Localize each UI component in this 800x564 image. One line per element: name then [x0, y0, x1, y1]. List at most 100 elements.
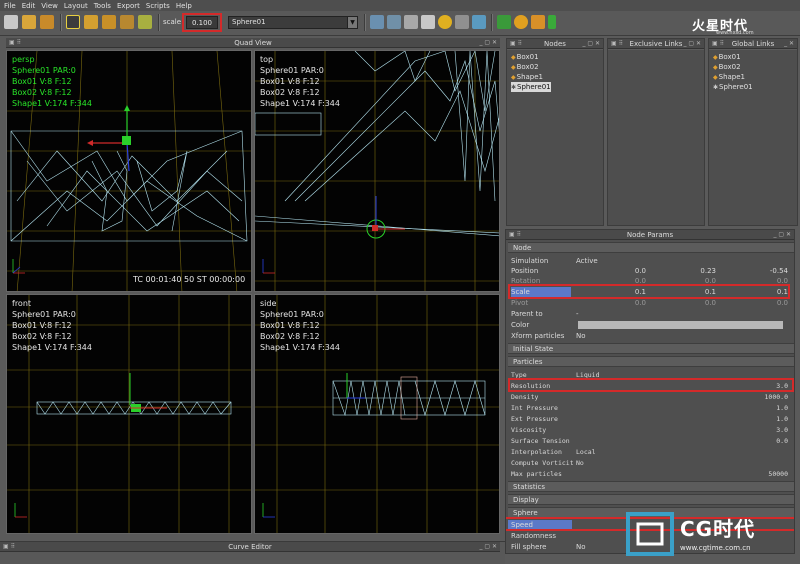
panel-controls-icon[interactable]: _ ▢ ✕: [683, 39, 701, 49]
param-int-pressure[interactable]: Int Pressure 1.0: [508, 403, 794, 413]
param-label: Compute Vorticit: [511, 459, 574, 467]
fluid-icon[interactable]: [387, 15, 401, 29]
link-item-box01[interactable]: ◆Box01: [713, 52, 793, 62]
particle-emitter-icon[interactable]: [370, 15, 384, 29]
rotate-icon[interactable]: [102, 15, 116, 29]
param-compute-vorticity[interactable]: Compute Vorticit No: [508, 458, 794, 468]
menu-file[interactable]: File: [4, 2, 16, 10]
panel-controls-icon[interactable]: _ ▢ ✕: [479, 542, 497, 552]
viewport-persp[interactable]: persp Sphere01 PAR:0 Box01 V:8 F:12 Box0…: [6, 50, 252, 292]
menu-layout[interactable]: Layout: [64, 2, 88, 10]
side-info-line: Shape1 V:174 F:344: [260, 343, 340, 352]
link-item-sphere01[interactable]: ✱Sphere01: [713, 82, 793, 92]
mesh-icon[interactable]: [455, 15, 469, 29]
panel-controls-icon[interactable]: _ ▢ ✕: [773, 230, 791, 240]
param-label: Color: [511, 321, 530, 329]
nodes-title-bar: ▣ ⠿ Nodes _ ▢ ✕: [507, 39, 603, 49]
menu-bar: File Edit View Layout Tools Export Scrip…: [0, 0, 800, 11]
param-position[interactable]: Position 0.0 0.23 -0.54: [508, 266, 794, 276]
panel-menu-icon[interactable]: ▣ ⠿: [510, 39, 522, 49]
menu-scripts[interactable]: Scripts: [146, 2, 170, 10]
param-parent-to[interactable]: Parent to -: [508, 309, 794, 319]
node-item-box02[interactable]: ◆Box02: [511, 62, 599, 72]
menu-export[interactable]: Export: [117, 2, 140, 10]
param-ext-pressure[interactable]: Ext Pressure 1.0: [508, 414, 794, 424]
panel-menu-icon[interactable]: ▣ ⠿: [712, 39, 724, 49]
section-node[interactable]: Node: [508, 242, 794, 253]
menu-help[interactable]: Help: [176, 2, 192, 10]
menu-tools[interactable]: Tools: [94, 2, 111, 10]
param-label: Viscosity: [511, 426, 547, 434]
param-value-y: 0.0: [704, 299, 716, 307]
node-params-title: Node Params: [626, 231, 674, 239]
daemon-icon[interactable]: [497, 15, 511, 29]
param-color[interactable]: Color: [508, 320, 794, 330]
panel-menu-icon[interactable]: ▣ ⠿: [3, 542, 15, 552]
node-icon: ✱: [713, 84, 719, 91]
move-icon[interactable]: [84, 15, 98, 29]
node-item-box01[interactable]: ◆Box01: [511, 52, 599, 62]
toolbar-separator: [60, 14, 62, 31]
node-item-shape1[interactable]: ◆Shape1: [511, 72, 599, 82]
param-value: 50000: [768, 470, 788, 478]
param-value-x: 0.0: [634, 267, 646, 275]
plane-icon[interactable]: [421, 15, 435, 29]
nodes-list: ◆Box01 ◆Box02 ◆Shape1 ✱Sphere01: [507, 50, 603, 225]
play-icon[interactable]: [548, 15, 556, 29]
wave-icon[interactable]: [472, 15, 486, 29]
node-label: Shape1: [516, 73, 543, 81]
viewport-side[interactable]: side Sphere01 PAR:0 Box01 V:8 F:12 Box02…: [254, 294, 500, 534]
param-simulation[interactable]: Simulation Active: [508, 256, 794, 266]
side-info: side Sphere01 PAR:0 Box01 V:8 F:12 Box02…: [260, 298, 340, 353]
open-folder-icon[interactable]: [22, 15, 36, 29]
link-icon[interactable]: [138, 15, 152, 29]
section-statistics[interactable]: Statistics: [508, 481, 794, 492]
curve-editor-title-bar: ▣ ⠿ Curve Editor _ ▢ ✕: [0, 542, 500, 552]
menu-edit[interactable]: Edit: [22, 2, 36, 10]
param-pivot[interactable]: Pivot 0.0 0.0 0.0: [508, 298, 794, 308]
node-selector[interactable]: Sphere01 ▼: [228, 16, 358, 29]
top-info: top Sphere01 PAR:0 Box01 V:8 F:12 Box02 …: [260, 54, 340, 109]
link-item-shape1[interactable]: ◆Shape1: [713, 72, 793, 82]
node-item-sphere01[interactable]: ✱Sphere01: [511, 82, 551, 92]
panel-controls-icon[interactable]: _ ▢ ✕: [582, 39, 600, 49]
viewport-front[interactable]: front Sphere01 PAR:0 Box01 V:8 F:12 Box0…: [6, 294, 252, 534]
section-display[interactable]: Display: [508, 494, 794, 505]
reset-icon[interactable]: [514, 15, 528, 29]
param-xform-particles[interactable]: Xform particles No: [508, 331, 794, 341]
color-swatch[interactable]: [578, 321, 783, 329]
section-particles[interactable]: Particles: [508, 356, 794, 367]
cube-icon[interactable]: [404, 15, 418, 29]
panel-menu-icon[interactable]: ▣ ⠿: [611, 39, 623, 49]
persp-info-line: Shape1 V:174 F:344: [12, 99, 92, 108]
side-info-line: Box01 V:8 F:12: [260, 321, 320, 330]
scale-icon[interactable]: [120, 15, 134, 29]
param-surface-tension[interactable]: Surface Tension 0.0: [508, 436, 794, 446]
section-initial-state[interactable]: Initial State: [508, 343, 794, 354]
select-arrow-icon[interactable]: [66, 15, 80, 29]
simulate-icon[interactable]: [531, 15, 545, 29]
chevron-down-icon[interactable]: ▼: [347, 17, 357, 28]
panel-controls-icon[interactable]: _ ✕: [784, 39, 794, 49]
quad-view-title-bar: ▣ ⠿ Quad View _ ▢ ✕: [6, 38, 500, 48]
param-label: Surface Tension: [511, 437, 570, 445]
param-density[interactable]: Density 1000.0: [508, 392, 794, 402]
panel-menu-icon[interactable]: ▣ ⠿: [9, 38, 21, 48]
viewport-top[interactable]: top Sphere01 PAR:0 Box01 V:8 F:12 Box02 …: [254, 50, 500, 292]
persp-info-line: Box02 V:8 F:12: [12, 88, 72, 97]
panel-controls-icon[interactable]: _ ▢ ✕: [479, 38, 497, 48]
panel-menu-icon[interactable]: ▣ ⠿: [509, 230, 521, 240]
sphere-icon[interactable]: [438, 15, 452, 29]
new-scene-icon[interactable]: [4, 15, 18, 29]
param-label: Interpolation: [511, 448, 562, 456]
param-value: 1.0: [776, 404, 788, 412]
node-icon: ◆: [713, 64, 718, 71]
param-viscosity[interactable]: Viscosity 3.0: [508, 425, 794, 435]
param-interpolation[interactable]: Interpolation Local: [508, 447, 794, 457]
menu-view[interactable]: View: [41, 2, 58, 10]
curve-editor-panel: ▣ ⠿ Curve Editor _ ▢ ✕: [0, 541, 505, 564]
save-icon[interactable]: [40, 15, 54, 29]
param-max-particles[interactable]: Max particles 50000: [508, 469, 794, 479]
link-item-box02[interactable]: ◆Box02: [713, 62, 793, 72]
param-value: 3.0: [776, 426, 788, 434]
